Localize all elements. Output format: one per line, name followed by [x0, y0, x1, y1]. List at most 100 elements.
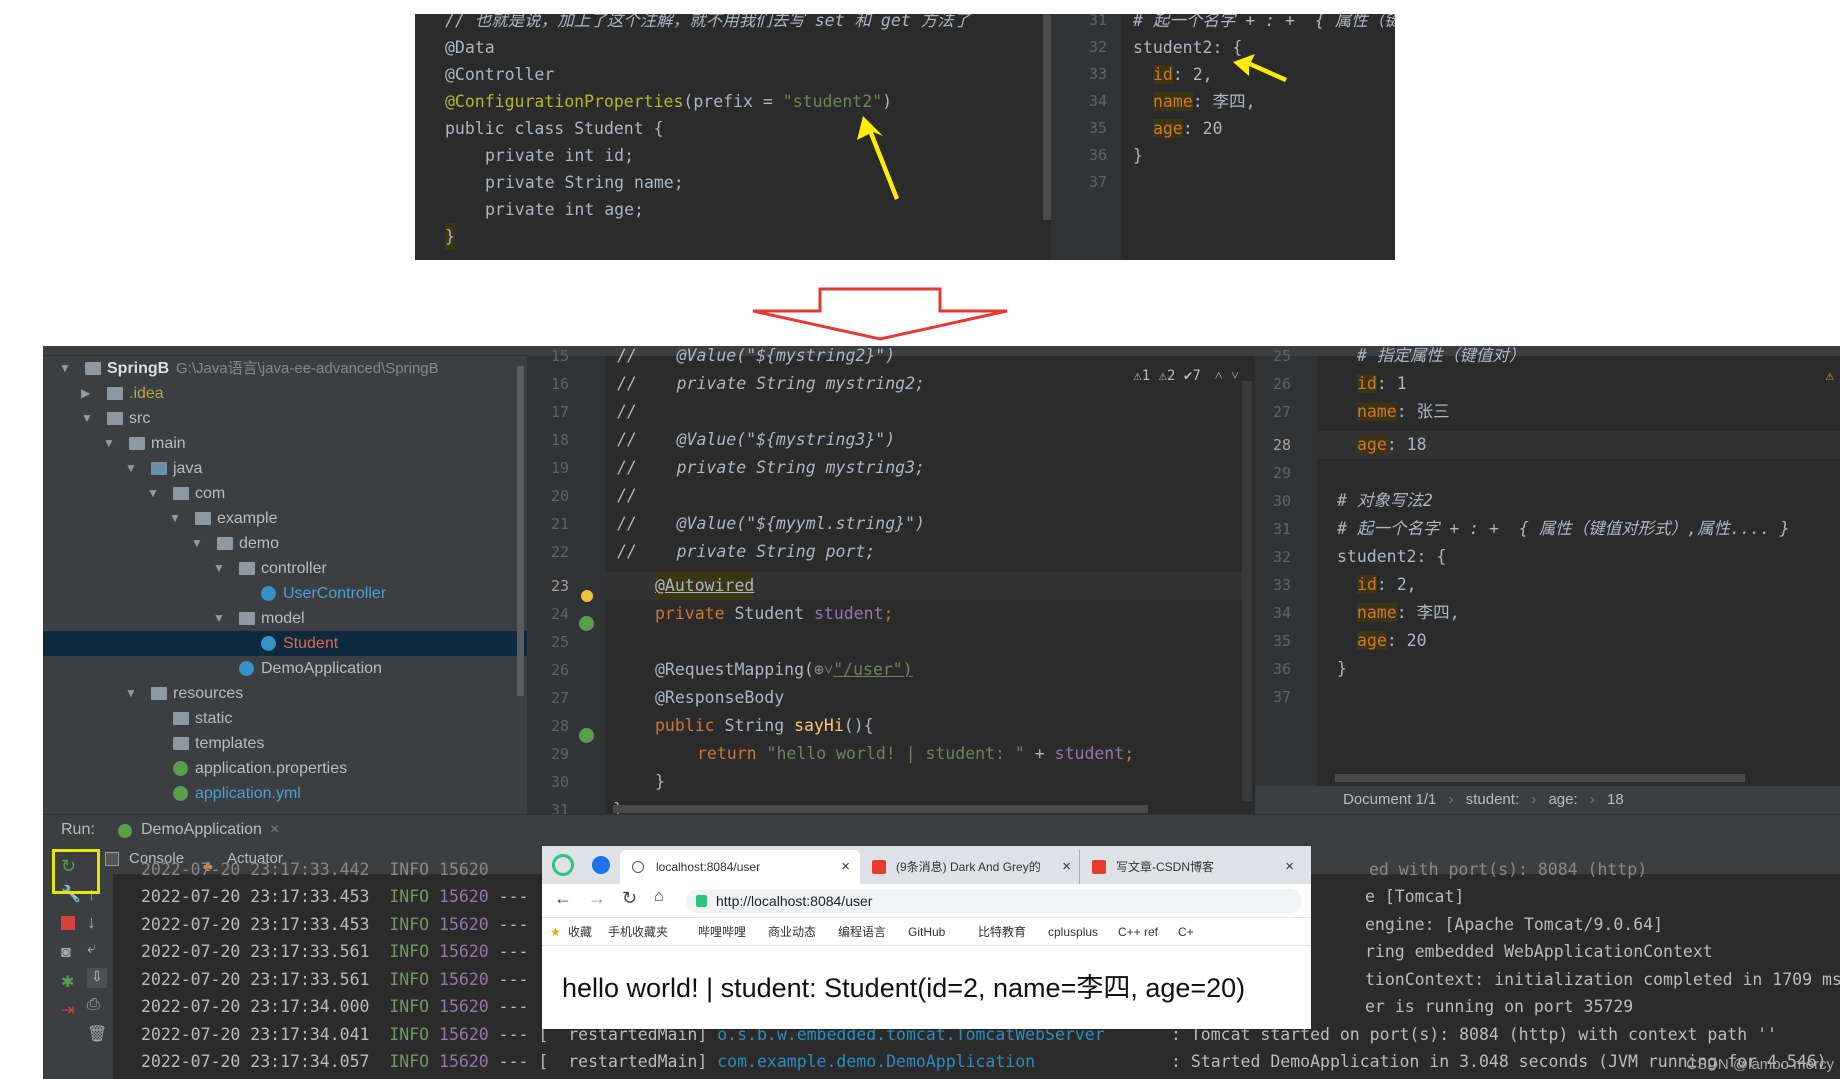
project-scrollbar[interactable] — [517, 366, 524, 696]
tree-item-example[interactable]: ▼ example — [43, 506, 527, 531]
lightbulb-icon[interactable] — [581, 590, 593, 602]
line-number: 25 — [1272, 347, 1291, 365]
tree-item-static[interactable]: static — [43, 706, 527, 731]
browser-toolbar: ← → ↻ ⌂ http://localhost:8084/user — [542, 884, 1311, 918]
bookmark-item[interactable]: 手机收藏夹 — [608, 918, 668, 945]
log-level: INFO — [389, 915, 430, 934]
bookmark-item[interactable]: C++ ref — [1118, 918, 1158, 945]
bookmark-item[interactable]: GitHub — [908, 918, 945, 945]
back-icon[interactable]: ← — [554, 888, 572, 909]
line-number: 15 — [550, 347, 569, 365]
browser-tab-localhost[interactable]: localhost:8084/user × — [620, 850, 860, 884]
run-config-tab[interactable]: DemoApplication × — [141, 815, 279, 845]
tree-item-application-properties[interactable]: application.properties — [43, 756, 527, 781]
soft-wrap-icon[interactable]: ⤶ — [87, 940, 107, 960]
code-line: private Student student; — [655, 604, 894, 623]
bookmark-item[interactable]: 哔哩哔哩 — [698, 918, 746, 945]
yml-value: : 20 — [1182, 119, 1223, 138]
mapping-path[interactable]: "/user") — [833, 660, 912, 679]
tree-item-com[interactable]: ▼ com — [43, 481, 527, 506]
tree-item-main[interactable]: ▼ main — [43, 431, 527, 456]
camera-icon[interactable]: ◙ — [61, 944, 81, 964]
close-tab-icon[interactable]: × — [1058, 850, 1071, 884]
bookmark-item[interactable]: 收藏 — [568, 918, 592, 945]
tree-item-usercontroller[interactable]: UserController — [43, 581, 527, 606]
string-literal: "hello world! | student: " — [766, 744, 1025, 763]
project-panel: ▼ SpringB G:\Java语言\java-ee-advanced\Spr… — [43, 346, 527, 814]
tree-item-application-yml[interactable]: application.yml — [43, 781, 527, 806]
java-editor[interactable]: 15 16 17 18 19 20 21 22 23 24 25 26 27 2… — [527, 346, 1255, 819]
line-number: 26 — [1272, 375, 1291, 393]
console-line-partial: 2022-07-20 23:17:33.442 INFO 15620 — [141, 860, 489, 879]
log-timestamp: 2022-07-20 23:17:34.041 — [141, 1025, 370, 1044]
warning-icon[interactable]: ⚠ — [1826, 368, 1834, 384]
telegram-icon[interactable] — [592, 856, 610, 874]
home-icon[interactable]: ⌂ — [654, 888, 664, 906]
yml-comment: # 起一个名字 + : + { 属性（键值对形式）,属性.... } — [1337, 519, 1790, 538]
editor-hscrollbar[interactable] — [613, 805, 1148, 813]
bookmark-item[interactable]: 编程语言 — [838, 918, 886, 945]
tree-label: Student — [283, 635, 339, 652]
close-tab-icon[interactable]: × — [841, 850, 850, 884]
tree-item-controller[interactable]: ▼ controller — [43, 556, 527, 581]
line-number: 34 — [1272, 604, 1291, 622]
line-number: 35 — [1088, 119, 1107, 137]
tree-item-demo[interactable]: ▼ demo — [43, 531, 527, 556]
tree-item-student[interactable]: Student — [43, 631, 527, 656]
log-message: er is running on port 35729 — [1365, 997, 1634, 1016]
lock-icon — [696, 895, 707, 907]
log-separator: --- — [498, 887, 529, 906]
log-pid: 15620 — [439, 970, 489, 989]
tree-item-resources[interactable]: ▼ resources — [43, 681, 527, 706]
line-number: 27 — [1272, 403, 1291, 421]
code-line: public String sayHi(){ — [655, 716, 874, 735]
tree-item-idea[interactable]: ▶ .idea — [43, 381, 527, 406]
top-scrollbar[interactable] — [1043, 14, 1051, 220]
edge-logo-icon — [552, 854, 574, 876]
tree-item-model[interactable]: ▼ model — [43, 606, 527, 631]
forward-icon[interactable]: → — [588, 888, 606, 909]
code-comment: // 也就是说，加上了这个注解，就不用我们去写 set 和 get 方法了 — [445, 14, 971, 30]
bookmark-item[interactable]: 商业动态 — [768, 918, 816, 945]
stop-icon[interactable] — [61, 916, 75, 930]
tree-label: DemoApplication — [261, 660, 382, 677]
yml-hscrollbar[interactable] — [1335, 774, 1745, 782]
log-message: e [Tomcat] — [1365, 887, 1465, 906]
tree-item-demoapplication[interactable]: DemoApplication — [43, 656, 527, 681]
folder-icon — [173, 737, 189, 750]
trash-icon[interactable]: 🗑 — [87, 1024, 107, 1044]
tree-root[interactable]: ▼ SpringB G:\Java语言\java-ee-advanced\Spr… — [43, 356, 527, 381]
editor-vscrollbar[interactable] — [1242, 381, 1252, 801]
tree-label: .idea — [129, 385, 164, 402]
exit-icon[interactable]: ⇥ — [61, 1000, 81, 1020]
yml-value: : 2, — [1376, 575, 1417, 594]
breadcrumb-item[interactable]: Document 1/1 — [1343, 791, 1436, 808]
debug-icon[interactable]: ✱ — [61, 972, 81, 992]
print-icon[interactable]: ⎙ — [87, 996, 107, 1016]
arrow-down-icon[interactable]: ↓ — [87, 912, 107, 932]
bookmark-item[interactable]: cplusplus — [1048, 918, 1098, 945]
line-number: 30 — [550, 773, 569, 791]
log-level: INFO — [389, 970, 430, 989]
tree-item-templates[interactable]: templates — [43, 731, 527, 756]
browser-tab-csdn-2[interactable]: 写文章-CSDN博客 × — [1080, 850, 1306, 884]
log-level: INFO — [389, 997, 430, 1016]
address-bar[interactable]: http://localhost:8084/user — [686, 889, 1302, 913]
spring-config-icon — [173, 761, 188, 776]
bookmark-item[interactable]: C+ — [1178, 918, 1194, 945]
reload-icon[interactable]: ↻ — [622, 888, 637, 909]
close-tab-icon[interactable]: × — [1285, 850, 1294, 884]
tree-item-src[interactable]: ▼ src — [43, 406, 527, 431]
bookmark-item[interactable]: 比特教育 — [978, 918, 1026, 945]
tree-item-java[interactable]: ▼ java — [43, 456, 527, 481]
browser-tab-csdn-1[interactable]: (9条消息) Dark And Grey的 × — [860, 850, 1080, 884]
project-header — [43, 346, 527, 356]
breadcrumb-item[interactable]: student: — [1466, 791, 1519, 808]
inspection-widget[interactable]: ⚠1 ⚠2 ✔7 ˄ ˅ — [1133, 368, 1239, 385]
yml-editor[interactable]: 25 26 27 28 29 30 31 32 33 34 35 36 37 #… — [1255, 346, 1840, 814]
bean-icon[interactable] — [579, 728, 594, 743]
scroll-to-end-icon[interactable]: ⇩ — [87, 968, 107, 988]
breadcrumb-item[interactable]: age: — [1548, 791, 1577, 808]
bean-icon[interactable] — [579, 616, 594, 631]
breadcrumb-item[interactable]: 18 — [1607, 791, 1624, 808]
